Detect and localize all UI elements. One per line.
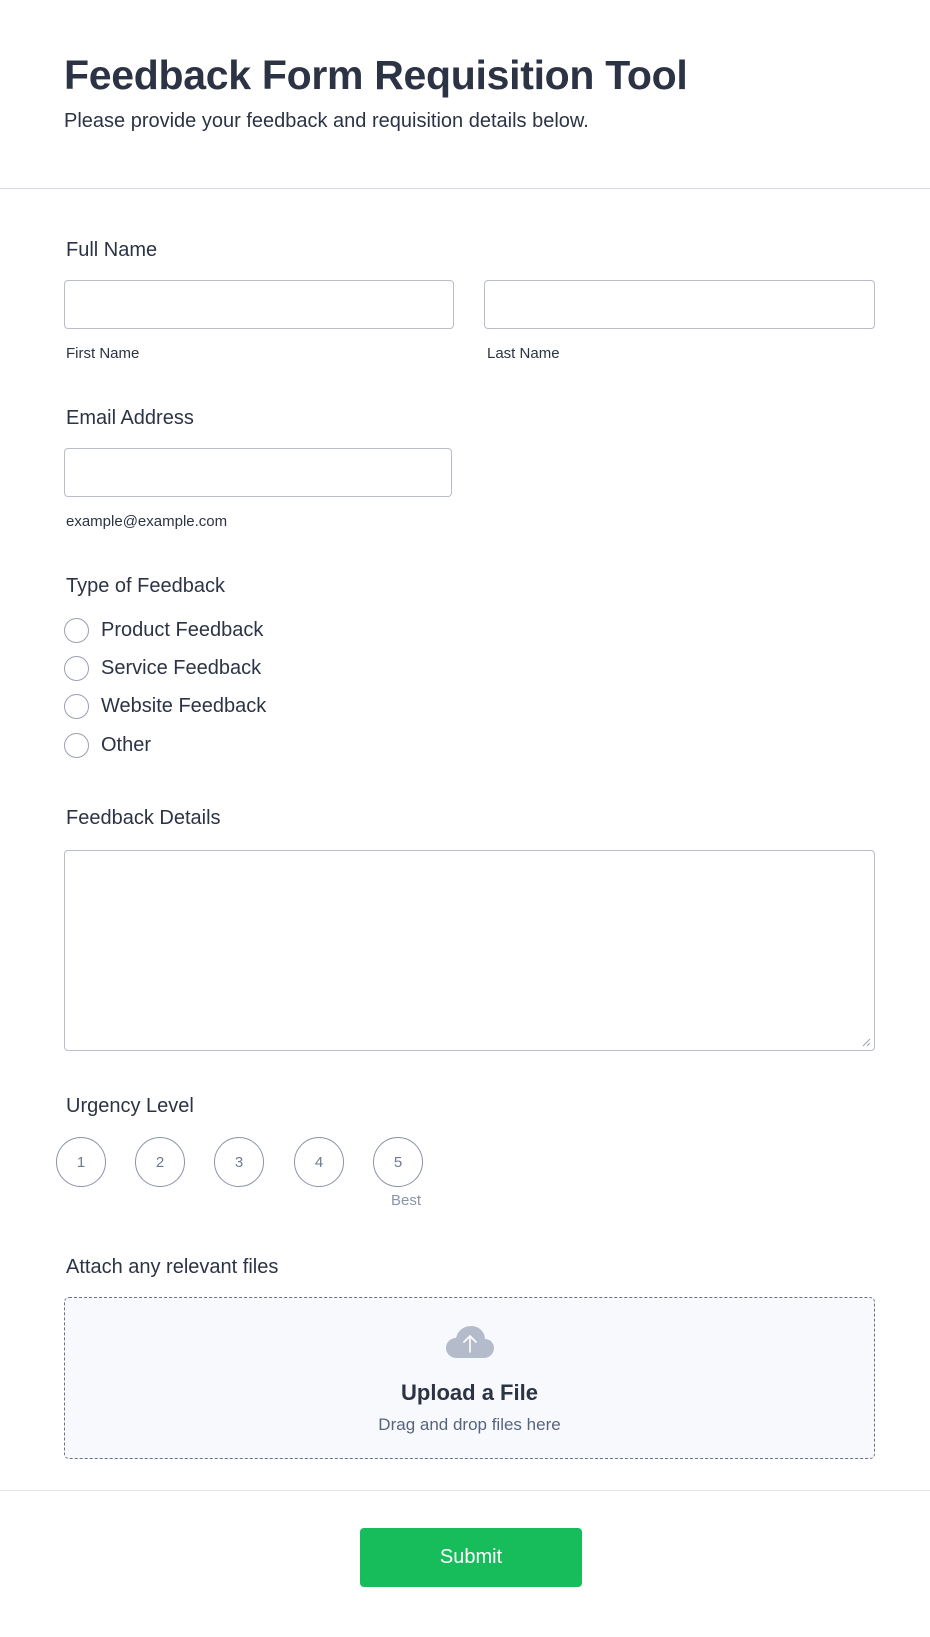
first-name-input[interactable] (64, 280, 454, 329)
radio-button[interactable] (64, 617, 89, 643)
radio-option-product-feedback[interactable]: Product Feedback (64, 617, 263, 643)
radio-button[interactable] (64, 732, 89, 758)
first-name-sublabel: First Name (66, 345, 140, 362)
footer-divider (0, 1490, 930, 1491)
email-sublabel: example@example.com (66, 513, 228, 530)
urgency-option-3[interactable]: 3 (214, 1137, 264, 1187)
urgency-hint: Best (391, 1192, 422, 1209)
page-title: Feedback Form Requisition Tool (64, 52, 688, 98)
radio-button[interactable] (64, 693, 89, 719)
urgency-option-5[interactable]: 5 (373, 1137, 423, 1187)
email-label: Email Address (66, 407, 194, 429)
feedback-details-textarea[interactable] (64, 850, 875, 1051)
upload-subtitle: Drag and drop files here (378, 1415, 561, 1434)
full-name-label: Full Name (66, 239, 158, 261)
last-name-sublabel: Last Name (487, 345, 560, 362)
upload-title: Upload a File (401, 1380, 538, 1405)
cloud-upload-icon (446, 1326, 494, 1358)
radio-button[interactable] (64, 655, 89, 681)
submit-button[interactable]: Submit (360, 1528, 582, 1587)
feedback-details-label: Feedback Details (66, 807, 221, 829)
email-input[interactable] (64, 448, 452, 497)
resize-handle-icon[interactable] (861, 1037, 871, 1047)
last-name-input[interactable] (484, 280, 875, 329)
radio-option-service-feedback[interactable]: Service Feedback (64, 655, 261, 681)
radio-label: Product Feedback (101, 618, 264, 641)
form-header: Feedback Form Requisition Tool Please pr… (0, 0, 930, 189)
feedback-type-label: Type of Feedback (66, 575, 225, 597)
urgency-option-2[interactable]: 2 (135, 1137, 185, 1187)
attachments-label: Attach any relevant files (66, 1256, 279, 1278)
radio-option-website-feedback[interactable]: Website Feedback (64, 693, 266, 719)
page-subtitle: Please provide your feedback and requisi… (64, 110, 589, 132)
radio-label: Other (101, 733, 152, 756)
radio-label: Website Feedback (101, 694, 267, 717)
urgency-label: Urgency Level (66, 1095, 194, 1117)
file-upload-dropzone[interactable]: Upload a File Drag and drop files here (64, 1297, 875, 1459)
urgency-option-4[interactable]: 4 (294, 1137, 344, 1187)
urgency-option-1[interactable]: 1 (56, 1137, 106, 1187)
radio-label: Service Feedback (101, 656, 262, 679)
radio-option-other[interactable]: Other (64, 732, 151, 758)
